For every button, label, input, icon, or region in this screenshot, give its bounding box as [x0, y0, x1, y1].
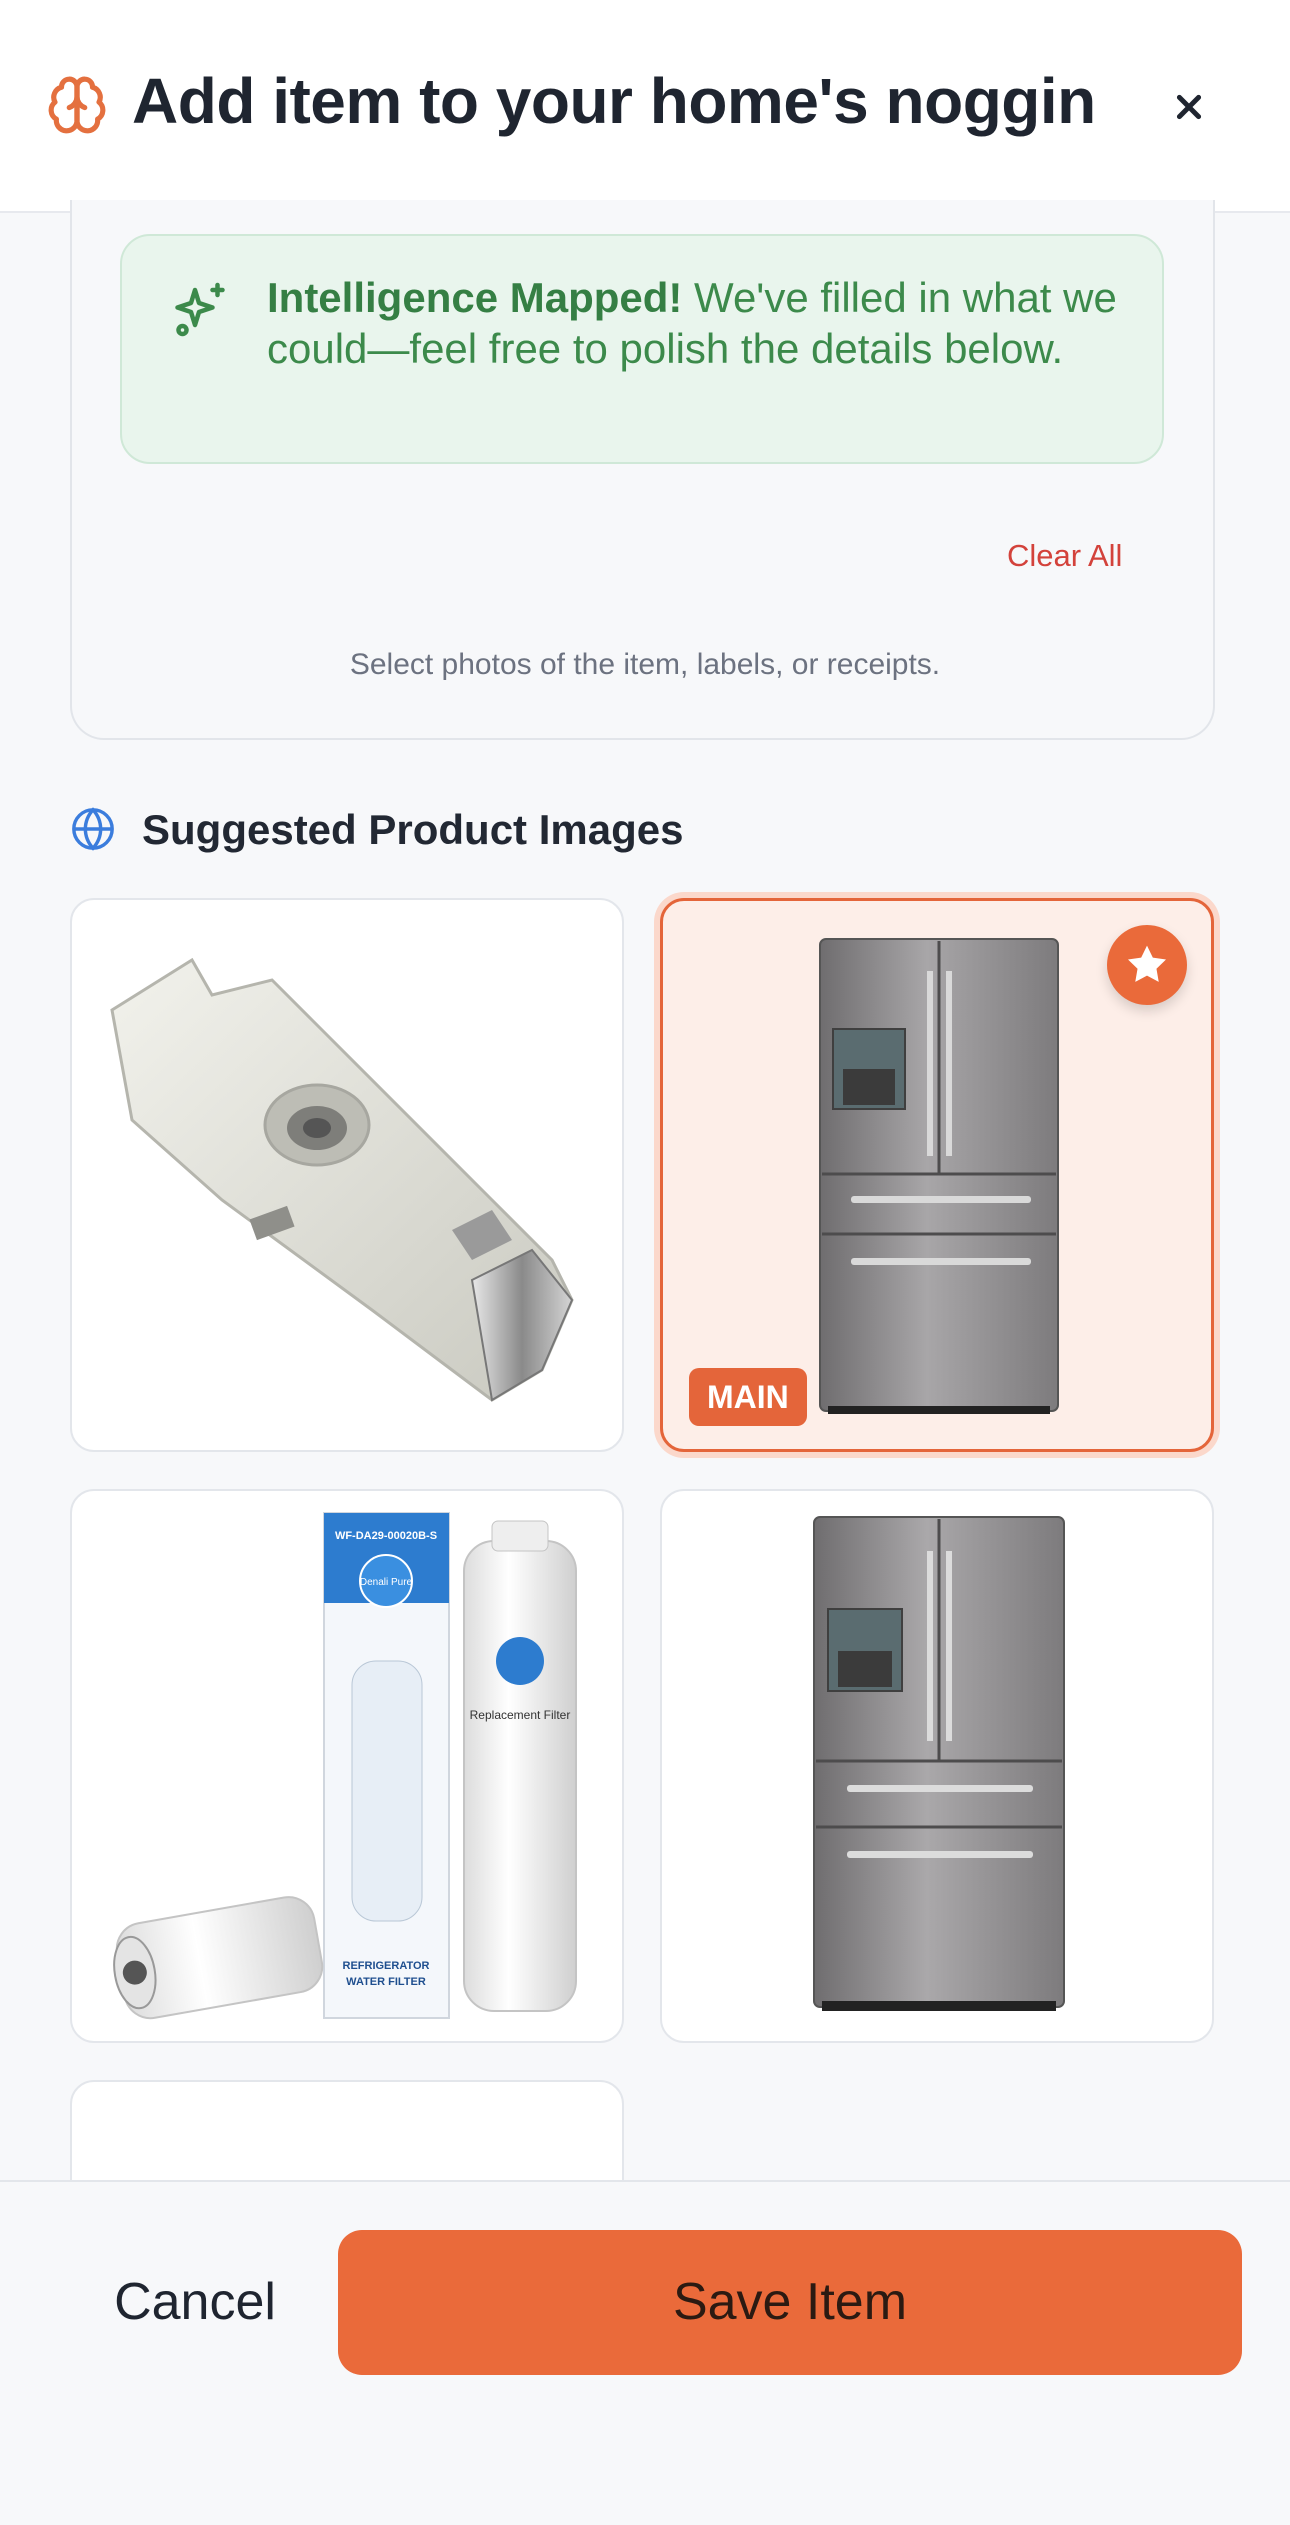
box-brand-text: Denali Pure — [360, 1577, 413, 1588]
box-label-line2: WATER FILTER — [346, 1976, 426, 1988]
suggested-image-card[interactable]: WF-DA29-00020B-S Denali Pure REFRIGERATO… — [70, 1489, 624, 2043]
suggested-image-card[interactable] — [660, 1489, 1214, 2043]
globe-icon — [72, 807, 114, 851]
close-icon[interactable] — [1166, 84, 1212, 130]
modal-title: Add item to your home's noggin — [132, 65, 1096, 137]
ai-banner-bold: Intelligence Mapped! — [267, 274, 683, 321]
bottle-product-text: Replacement Filter — [470, 1708, 571, 1722]
set-main-button[interactable] — [1107, 925, 1187, 1005]
suggested-image-card-main[interactable]: MAIN — [660, 898, 1214, 1452]
clear-all-button[interactable]: Clear All — [1007, 538, 1122, 574]
brain-icon — [48, 76, 106, 134]
water-filter-image: WF-DA29-00020B-S Denali Pure REFRIGERATO… — [113, 1512, 577, 2020]
ai-banner-text: Intelligence Mapped! We've filled in wha… — [267, 272, 1137, 374]
box-label-line1: REFRIGERATOR — [343, 1960, 430, 1972]
save-item-button[interactable]: Save Item — [338, 2230, 1242, 2375]
upload-hint: Select photos of the item, labels, or re… — [349, 648, 941, 681]
filter-adapter-image — [110, 957, 574, 1402]
main-badge: MAIN — [689, 1368, 807, 1426]
sparkle-icon — [175, 282, 225, 337]
cancel-button[interactable]: Cancel — [70, 2230, 320, 2375]
box-model-text: WF-DA29-00020B-S — [335, 1530, 437, 1542]
suggested-image-card[interactable] — [70, 898, 624, 1452]
suggested-images-title: Suggested Product Images — [142, 806, 684, 853]
modal-header: Add item to your home's noggin — [0, 0, 1290, 213]
refrigerator-image — [813, 1516, 1065, 2011]
star-icon — [1128, 945, 1166, 982]
